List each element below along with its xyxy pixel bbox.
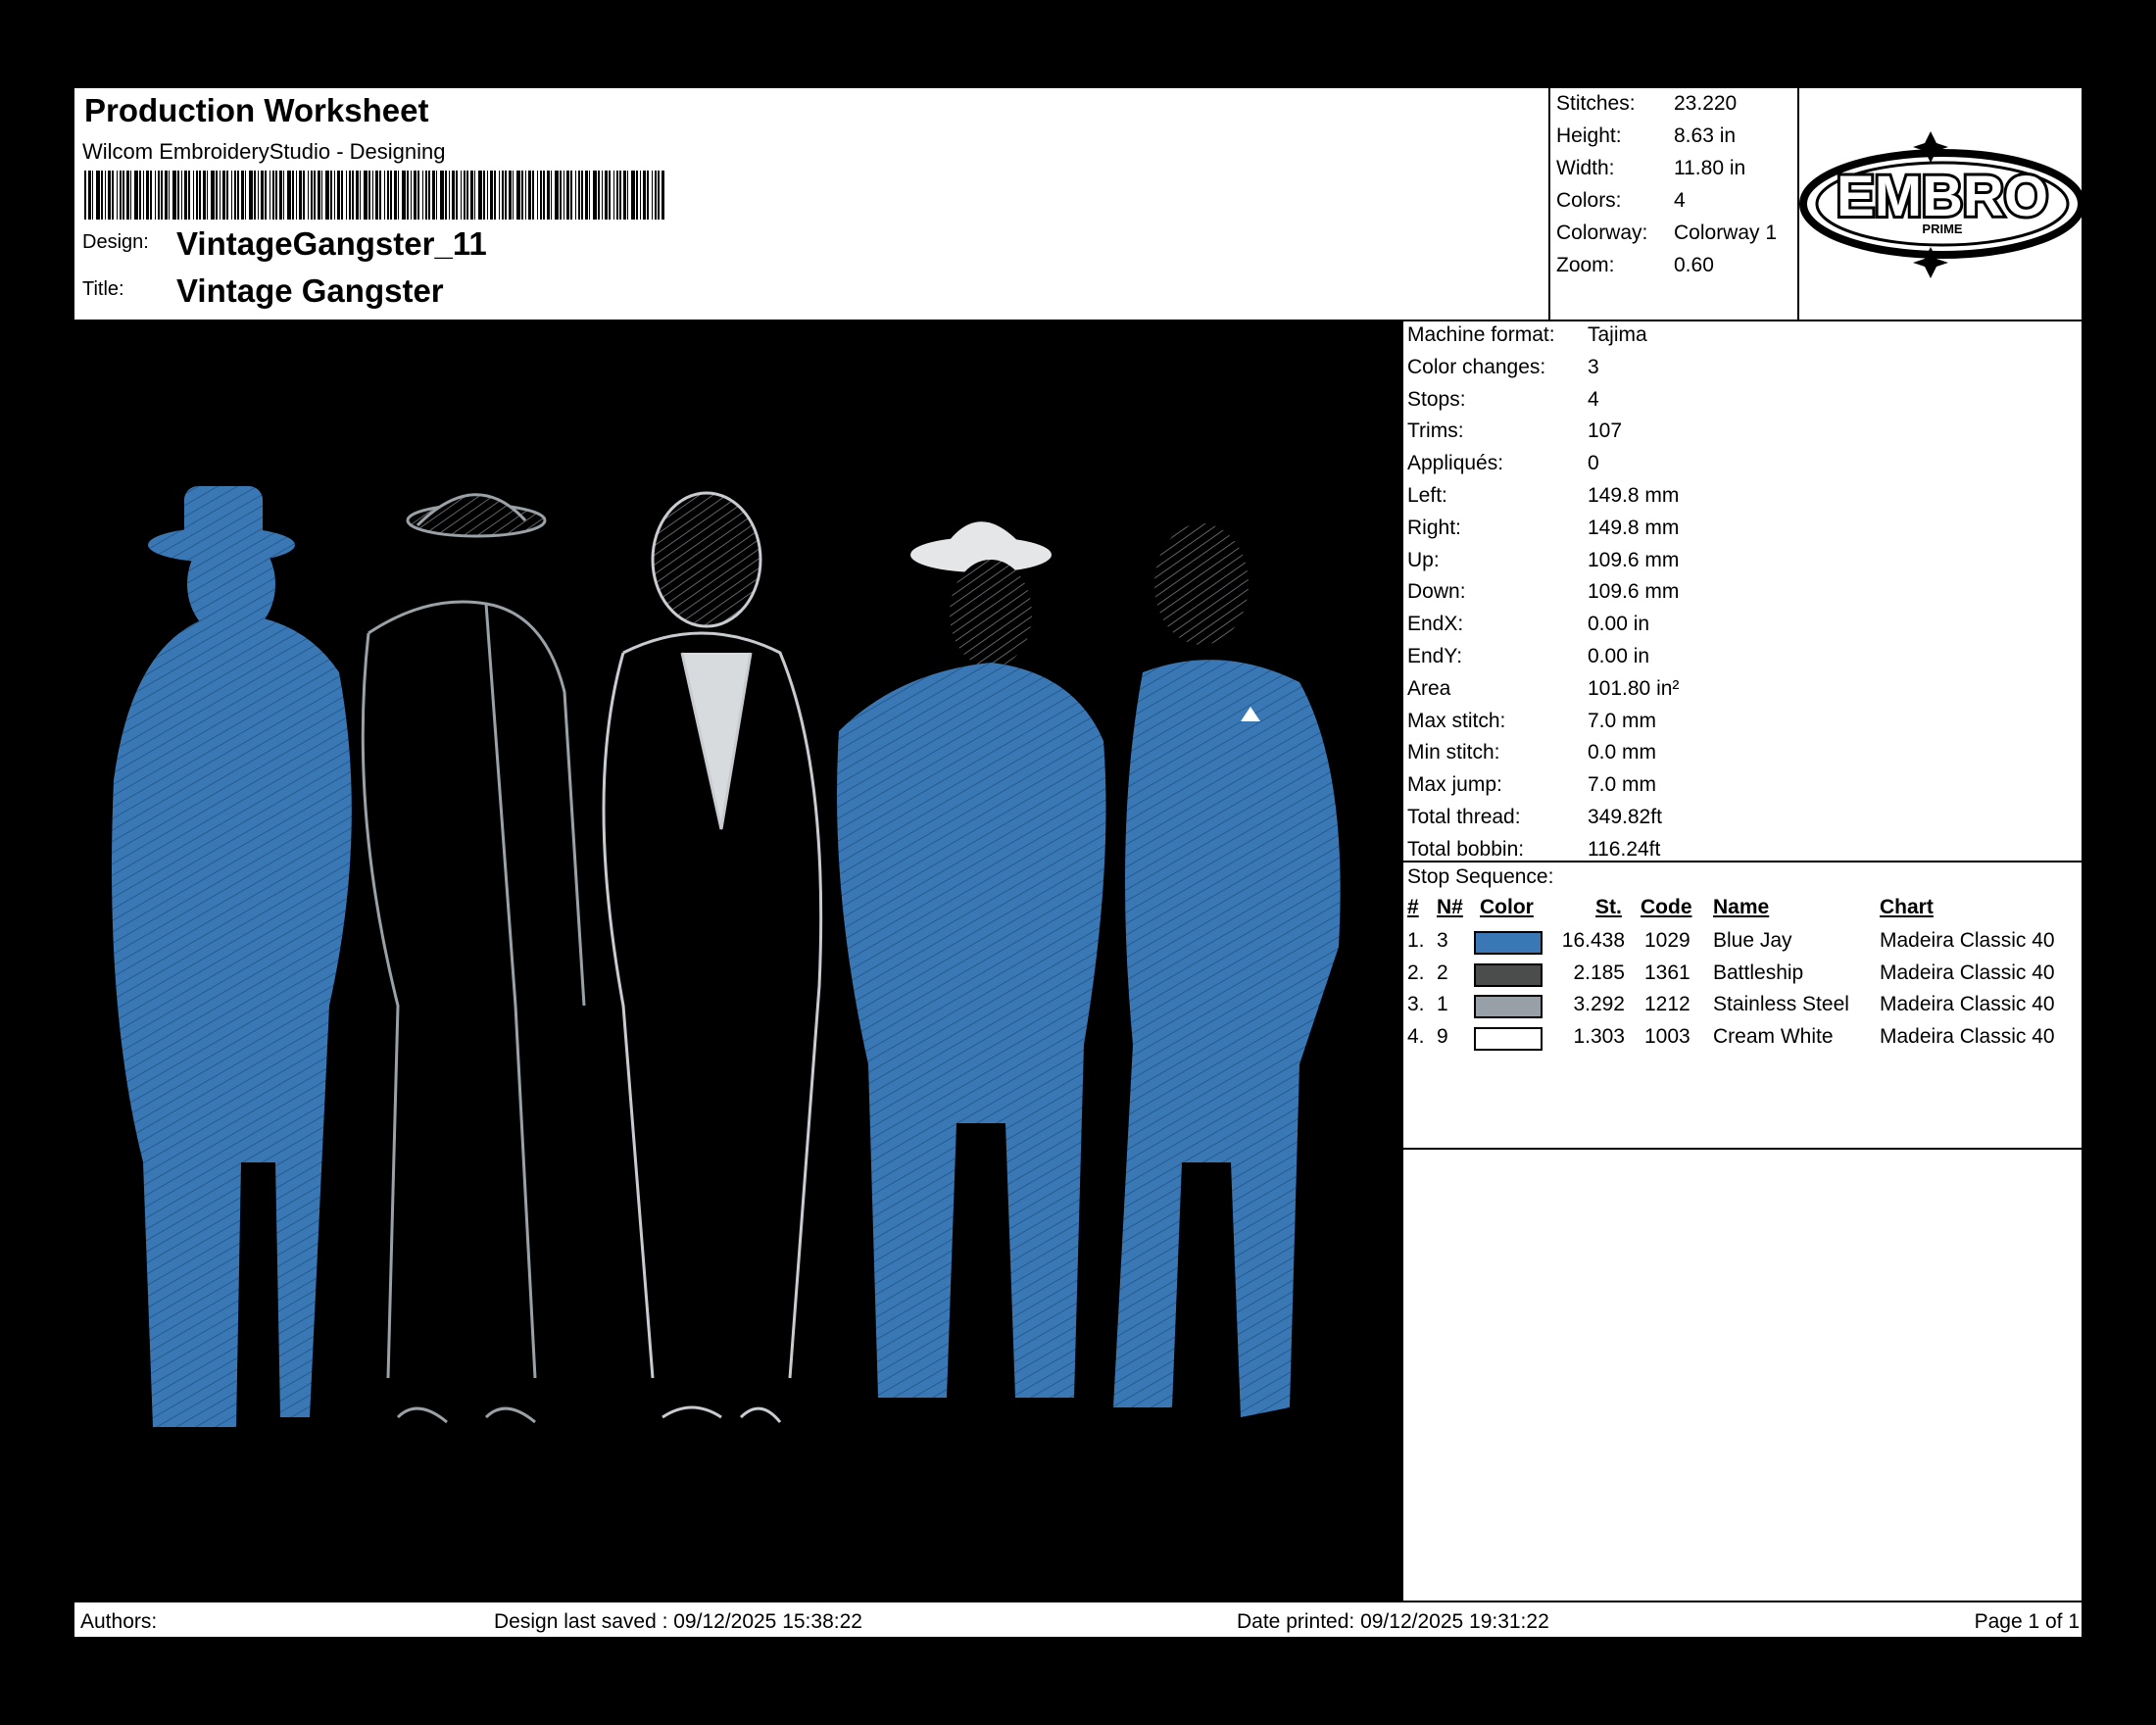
- stitch-count: 3.292: [1573, 993, 1625, 1015]
- thread-name: Blue Jay: [1713, 929, 1792, 952]
- design-stats: Stitches: 23.220 Height: 8.63 in Width: 11.…: [1548, 88, 1799, 320]
- needle-number: 2: [1437, 961, 1448, 984]
- detail-label: Max jump:: [1407, 773, 1502, 797]
- gangsters-embroidery-image: [112, 486, 1341, 1427]
- detail-value: 109.6 mm: [1588, 580, 1680, 604]
- thread-code: 1361: [1644, 961, 1690, 984]
- stop-index: 3.: [1407, 993, 1425, 1015]
- worksheet-title: Production Worksheet: [84, 92, 429, 128]
- detail-value: 0.00 in: [1588, 613, 1650, 636]
- col-code: Code: [1641, 896, 1692, 918]
- detail-label: Max stitch:: [1407, 709, 1506, 732]
- color-swatch: [1474, 1026, 1543, 1051]
- design-title: Vintage Gangster: [176, 272, 444, 309]
- detail-label: Area: [1407, 676, 1451, 700]
- color-swatch: [1474, 962, 1543, 987]
- col-name: Name: [1713, 896, 1770, 918]
- needle-number: 1: [1437, 993, 1448, 1015]
- embro-logo: EMBRO PRIME: [1799, 131, 2085, 278]
- thread-name: Battleship: [1713, 961, 1804, 984]
- col-index: #: [1407, 896, 1419, 918]
- detail-label: Total bobbin:: [1407, 837, 1525, 861]
- divider: [1403, 1148, 2083, 1150]
- stitch-count: 16.438: [1561, 929, 1625, 952]
- thread-chart: Madeira Classic 40: [1880, 1024, 2055, 1048]
- svg-text:PRIME: PRIME: [1922, 222, 1963, 236]
- info-panel: Machine format: Tajima Color changes: 3 Stop…: [1401, 320, 2083, 1601]
- detail-label: Right:: [1407, 516, 1461, 539]
- detail-label: EndX:: [1407, 613, 1464, 636]
- detail-label: Left:: [1407, 484, 1447, 507]
- col-needle: N#: [1437, 896, 1463, 918]
- needle-number: 3: [1437, 929, 1448, 952]
- design-preview: [74, 320, 1401, 1601]
- thread-name: Cream White: [1713, 1024, 1834, 1048]
- detail-value: 149.8 mm: [1588, 516, 1680, 539]
- stitch-count: 2.185: [1573, 961, 1625, 984]
- col-chart: Chart: [1880, 896, 1934, 918]
- page-number: Page 1 of 1: [1974, 1610, 2080, 1633]
- col-stitches: St.: [1595, 896, 1622, 918]
- detail-value: 3: [1588, 355, 1599, 378]
- stop-index: 1.: [1407, 929, 1425, 952]
- authors: Authors:: [80, 1610, 158, 1633]
- thread-code: 1003: [1644, 1024, 1690, 1048]
- design-name: VintageGangster_11: [176, 225, 487, 262]
- detail-value: 101.80 in²: [1588, 676, 1680, 700]
- detail-value: Tajima: [1588, 323, 1647, 346]
- divider: [1403, 861, 2083, 862]
- detail-value: 116.24ft: [1588, 837, 1661, 861]
- worksheet-footer: Authors: Design last saved : 09/12/2025 …: [74, 1601, 2085, 1639]
- thread-chart: Madeira Classic 40: [1880, 961, 2055, 984]
- detail-label: Trims:: [1407, 419, 1464, 443]
- col-color: Color: [1480, 896, 1534, 918]
- thread-code: 1212: [1644, 993, 1690, 1015]
- production-worksheet: Production Worksheet Wilcom EmbroiderySt…: [73, 86, 2085, 1639]
- detail-value: 0.00 in: [1588, 645, 1650, 667]
- worksheet-subtitle: Wilcom EmbroideryStudio - Designing: [82, 139, 446, 164]
- worksheet-header: Production Worksheet Wilcom EmbroiderySt…: [74, 88, 2085, 321]
- stop-index: 2.: [1407, 961, 1425, 984]
- figure-5: [1113, 523, 1341, 1417]
- title-label: Title:: [82, 278, 124, 300]
- detail-label: Total thread:: [1407, 806, 1521, 828]
- brand-logo-box: EMBRO PRIME: [1799, 88, 2085, 320]
- detail-value: 149.8 mm: [1588, 484, 1680, 507]
- detail-label: Up:: [1407, 548, 1440, 571]
- detail-value: 0: [1588, 452, 1599, 475]
- stop-index: 4.: [1407, 1024, 1425, 1048]
- detail-value: 109.6 mm: [1588, 548, 1680, 571]
- detail-label: EndY:: [1407, 645, 1463, 667]
- detail-value: 7.0 mm: [1588, 709, 1657, 732]
- detail-value: 0.0 mm: [1588, 741, 1657, 764]
- last-saved: Design last saved : 09/12/2025 15:38:22: [494, 1610, 862, 1633]
- detail-value: 4: [1588, 387, 1599, 411]
- stop-sequence-title: Stop Sequence:: [1407, 865, 1554, 888]
- figure-3: [602, 491, 823, 1423]
- detail-label: Down:: [1407, 580, 1466, 604]
- barcode: [84, 171, 664, 220]
- detail-label: Color changes:: [1407, 355, 1546, 378]
- detail-label: Stops:: [1407, 387, 1466, 411]
- thread-code: 1029: [1644, 929, 1690, 952]
- needle-number: 9: [1437, 1024, 1448, 1048]
- date-printed: Date printed: 09/12/2025 19:31:22: [1237, 1610, 1549, 1633]
- color-swatch: [1474, 995, 1543, 1018]
- figure-1: [112, 486, 352, 1427]
- thread-chart: Madeira Classic 40: [1880, 993, 2055, 1015]
- figure-4: [837, 521, 1106, 1398]
- thread-name: Stainless Steel: [1713, 993, 1849, 1015]
- figure-2: [361, 493, 586, 1424]
- detail-label: Machine format:: [1407, 323, 1555, 346]
- color-swatch: [1474, 931, 1543, 955]
- detail-value: 349.82ft: [1588, 806, 1662, 828]
- detail-value: 7.0 mm: [1588, 773, 1657, 797]
- svg-text:EMBRO: EMBRO: [1837, 165, 2048, 228]
- design-label: Design:: [82, 231, 149, 253]
- stitch-count: 1.303: [1573, 1024, 1625, 1048]
- detail-label: Min stitch:: [1407, 741, 1500, 764]
- detail-value: 107: [1588, 419, 1623, 443]
- thread-chart: Madeira Classic 40: [1880, 929, 2055, 952]
- detail-label: Appliqués:: [1407, 452, 1504, 475]
